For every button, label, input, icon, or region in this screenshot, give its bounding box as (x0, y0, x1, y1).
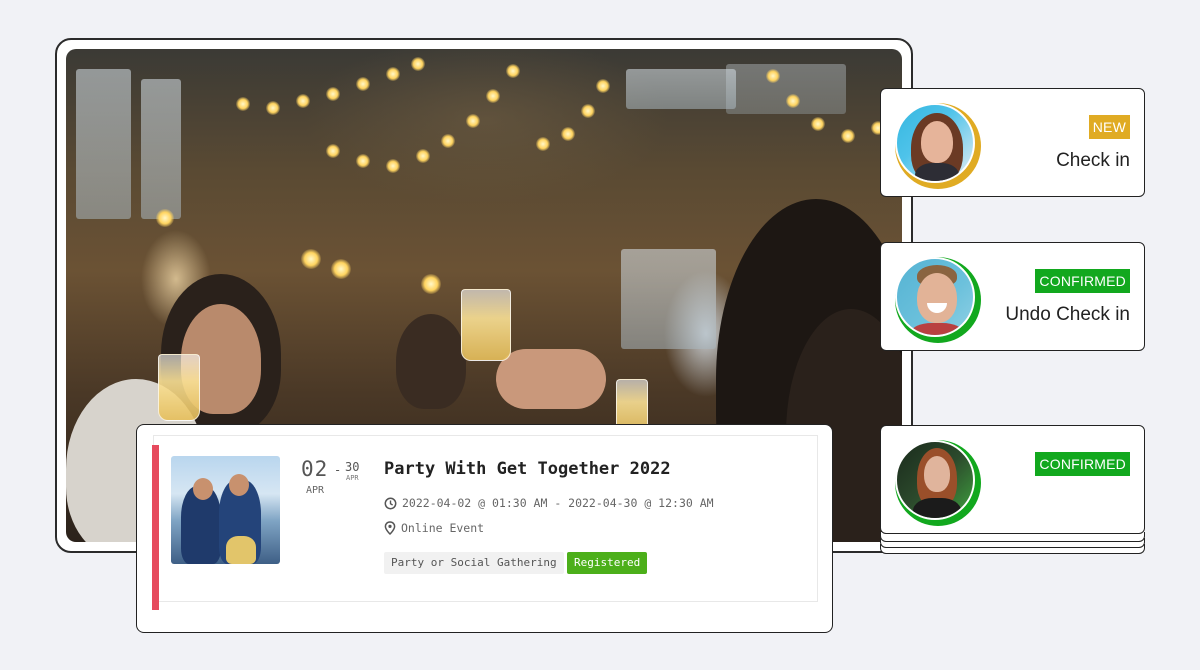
attendee-status-badge: CONFIRMED (1035, 269, 1130, 293)
event-end-day: 30 (345, 460, 360, 474)
undo-check-in-button[interactable]: Undo Check in (1005, 304, 1130, 326)
avatar (895, 103, 975, 183)
event-end-month: APR (346, 474, 359, 482)
map-pin-icon (384, 521, 396, 535)
attendee-status-badge: NEW (1088, 115, 1130, 139)
event-start-month: APR (306, 485, 325, 496)
event-thumbnail (171, 456, 280, 564)
event-accent-bar (152, 445, 159, 610)
event-location: Online Event (401, 521, 485, 535)
avatar-ring (895, 440, 981, 526)
attendee-card[interactable]: CONFIRMED Undo Check in (880, 242, 1145, 351)
clock-icon (384, 497, 397, 509)
event-location-row: Online Event (384, 521, 484, 535)
event-category-tag: Party or Social Gathering (384, 552, 564, 574)
avatar-ring (895, 257, 981, 343)
avatar-ring (895, 103, 981, 189)
attendee-status-badge: CONFIRMED (1035, 452, 1130, 476)
date-range-dash: - (334, 463, 342, 477)
event-title[interactable]: Party With Get Together 2022 (384, 459, 671, 479)
attendee-card[interactable]: CONFIRMED (880, 425, 1145, 534)
check-in-button[interactable]: Check in (1056, 150, 1130, 172)
event-datetime-row: 2022-04-02 @ 01:30 AM - 2022-04-30 @ 12:… (384, 496, 714, 510)
event-start-day: 02 (301, 457, 329, 481)
attendee-card[interactable]: NEW Check in (880, 88, 1145, 197)
avatar (895, 257, 975, 337)
registration-status-badge: Registered (567, 552, 648, 574)
avatar (895, 440, 975, 520)
event-datetime: 2022-04-02 @ 01:30 AM - 2022-04-30 @ 12:… (402, 496, 714, 510)
